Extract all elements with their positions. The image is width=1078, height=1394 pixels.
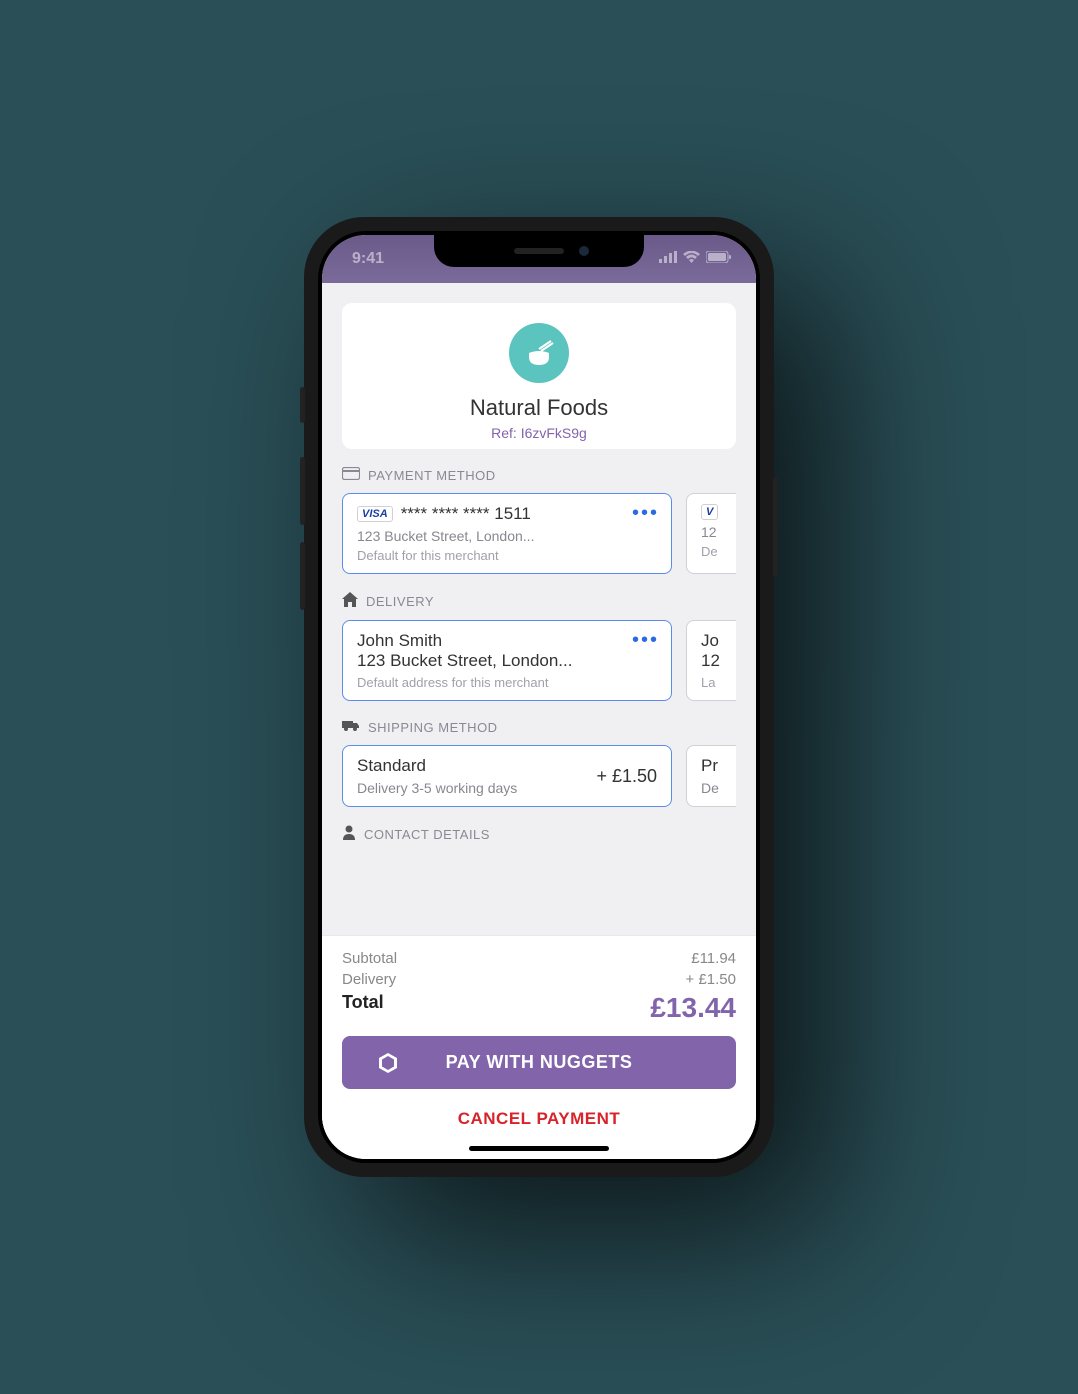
- pay-button[interactable]: PAY WITH NUGGETS: [342, 1036, 736, 1089]
- person-icon: [342, 825, 356, 843]
- section-shipping: SHIPPING METHOD Standard Delivery 3-5 wo…: [322, 701, 756, 807]
- screen: 9:41: [322, 235, 756, 1159]
- more-icon[interactable]: •••: [632, 502, 659, 525]
- more-icon[interactable]: •••: [632, 629, 659, 652]
- volume-down: [300, 542, 305, 610]
- payment-card-selected[interactable]: ••• VISA **** **** **** 1511 123 Bucket …: [342, 493, 672, 574]
- shipping-desc: Delivery 3-5 working days: [357, 780, 517, 796]
- shipping-price: + £1.50: [596, 766, 657, 787]
- card-number: **** **** **** 1511: [401, 504, 531, 524]
- total-label: Total: [342, 992, 384, 1024]
- section-label: CONTACT DETAILS: [364, 827, 490, 842]
- truck-icon: [342, 719, 360, 735]
- delivery-card-next[interactable]: Jo 12 La: [686, 620, 736, 701]
- total-value: £13.44: [650, 992, 736, 1024]
- battery-icon: [706, 250, 732, 268]
- signal-icon: [659, 250, 677, 268]
- card-note: Default for this merchant: [357, 548, 657, 563]
- merchant-name: Natural Foods: [342, 395, 736, 421]
- merchant-card: Natural Foods Ref: I6zvFkS9g: [342, 303, 736, 449]
- status-time: 9:41: [352, 250, 384, 268]
- card-address: 123 Bucket Street, London...: [357, 528, 657, 544]
- cancel-button[interactable]: CANCEL PAYMENT: [342, 1109, 736, 1129]
- merchant-ref: Ref: I6zvFkS9g: [342, 425, 736, 441]
- wifi-icon: [683, 250, 700, 268]
- power-button: [773, 477, 778, 577]
- shipping-card-selected[interactable]: Standard Delivery 3-5 working days + £1.…: [342, 745, 672, 807]
- section-label: SHIPPING METHOD: [368, 720, 498, 735]
- merchant-logo: [509, 323, 569, 383]
- volume-up: [300, 457, 305, 525]
- payment-card-next[interactable]: V 12 De: [686, 493, 736, 574]
- nuggets-icon: [376, 1051, 400, 1075]
- visa-badge: V: [701, 504, 718, 520]
- card-icon: [342, 467, 360, 483]
- section-delivery: DELIVERY ••• John Smith 123 Bucket Stree…: [322, 574, 756, 701]
- home-icon: [342, 592, 358, 610]
- section-contact: CONTACT DETAILS: [322, 807, 756, 843]
- delivery-label: Delivery: [342, 971, 396, 988]
- shipping-name: Standard: [357, 756, 517, 776]
- home-indicator[interactable]: [469, 1146, 609, 1151]
- subtotal-value: £11.94: [691, 950, 736, 967]
- pay-button-label: PAY WITH NUGGETS: [446, 1052, 633, 1073]
- notch: [434, 235, 644, 267]
- delivery-note: Default address for this merchant: [357, 675, 657, 690]
- section-payment: PAYMENT METHOD ••• VISA **** **** **** 1…: [322, 449, 756, 574]
- section-label: PAYMENT METHOD: [368, 468, 496, 483]
- subtotal-label: Subtotal: [342, 950, 397, 967]
- delivery-card-selected[interactable]: ••• John Smith 123 Bucket Street, London…: [342, 620, 672, 701]
- checkout-footer: Subtotal £11.94 Delivery + £1.50 Total £…: [322, 935, 756, 1159]
- phone-frame: 9:41: [304, 217, 774, 1177]
- shipping-card-next[interactable]: Pr De: [686, 745, 736, 807]
- delivery-value: + £1.50: [686, 971, 736, 988]
- delivery-address: 123 Bucket Street, London...: [357, 651, 657, 671]
- visa-badge: VISA: [357, 506, 393, 522]
- delivery-name: John Smith: [357, 631, 657, 651]
- mute-switch: [300, 387, 305, 423]
- section-label: DELIVERY: [366, 594, 434, 609]
